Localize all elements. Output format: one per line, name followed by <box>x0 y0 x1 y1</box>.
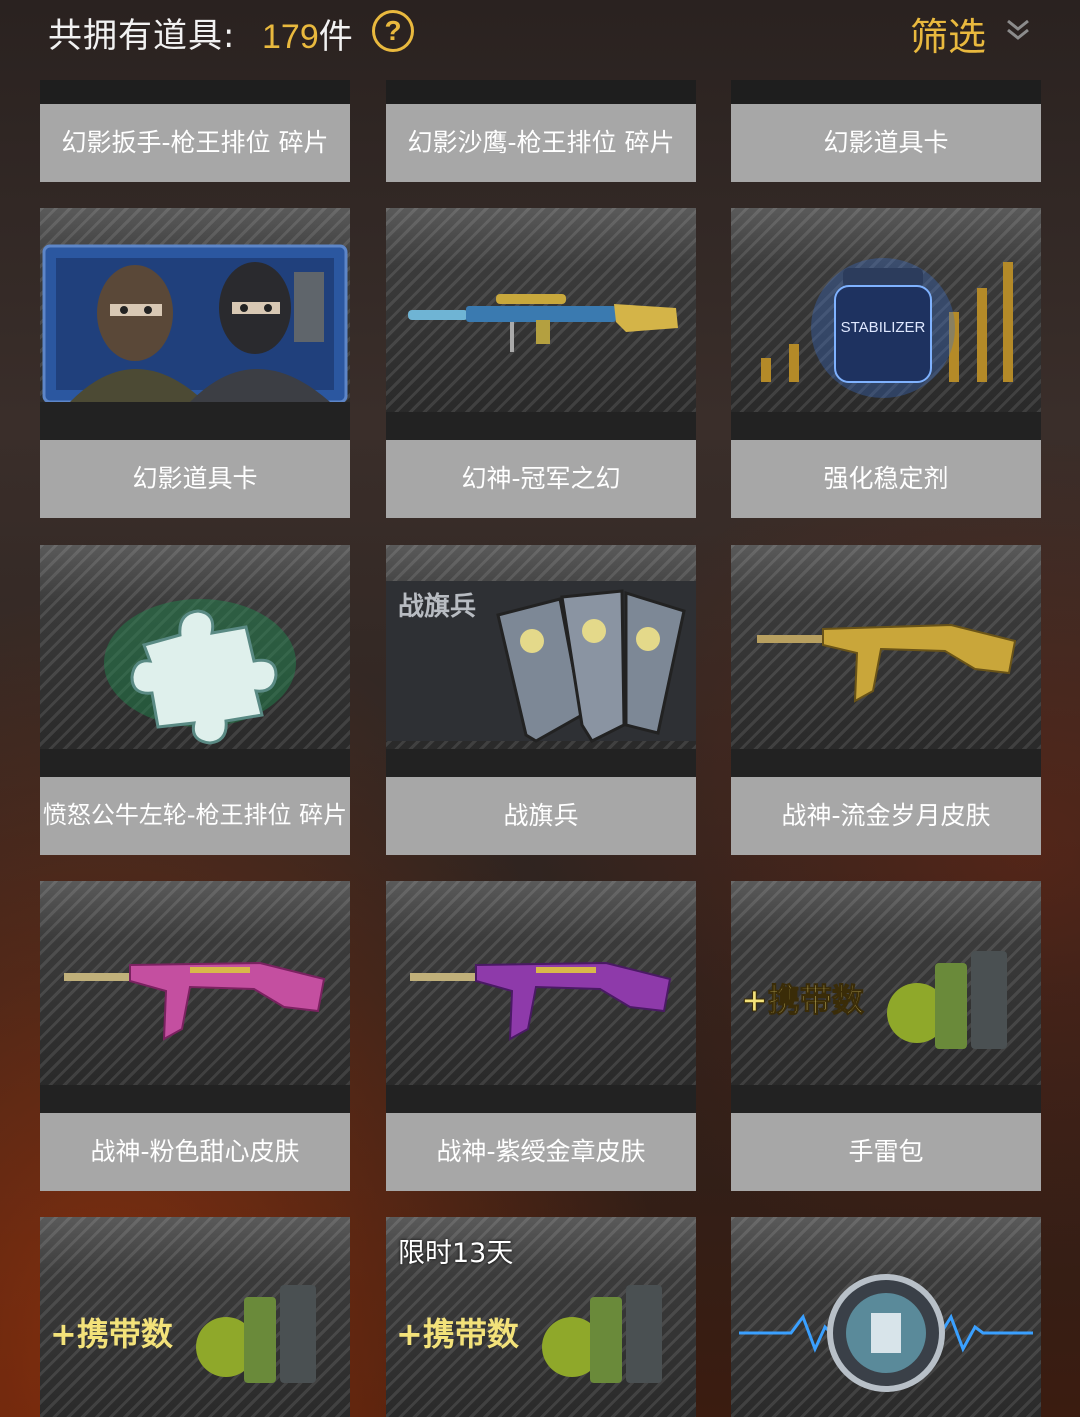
pink-rifle-image <box>40 881 350 1113</box>
item-label: 幻神-冠军之幻 <box>386 440 696 518</box>
item-label: 战神-流金岁月皮肤 <box>731 777 1041 855</box>
item-card[interactable]: 幻神-冠军之幻 <box>386 208 696 518</box>
item-label: 强化稳定剂 <box>731 440 1041 518</box>
item-label: 手雷包 <box>731 1113 1041 1191</box>
item-card[interactable] <box>731 1217 1041 1417</box>
item-card[interactable]: 战神-流金岁月皮肤 <box>731 545 1041 855</box>
item-card[interactable]: STABILIZER 强化稳定剂 <box>731 208 1041 518</box>
item-image <box>731 80 1041 104</box>
item-card[interactable]: 幻影扳手-枪王排位 碎片 <box>40 80 350 182</box>
banner-art-text: 战旗兵 <box>398 591 476 622</box>
grenade-art-text: +携带数 <box>741 981 865 1019</box>
respawn-pulse-image <box>731 1217 1041 1417</box>
item-label: 幻影道具卡 <box>40 440 350 518</box>
item-image <box>40 80 350 104</box>
sniper-rifle-image <box>386 208 696 440</box>
filter-button[interactable]: 筛选 <box>910 6 986 61</box>
puzzle-piece-image <box>40 545 350 777</box>
item-count-unit: 件 <box>318 18 353 56</box>
item-card[interactable]: 战神-粉色甜心皮肤 <box>40 881 350 1191</box>
item-label: 幻影扳手-枪王排位 碎片 <box>40 104 350 182</box>
item-card[interactable]: +携带数 <box>40 1217 350 1417</box>
time-limit-badge: 限时13天 <box>398 1238 514 1269</box>
item-label: 幻影道具卡 <box>731 104 1041 182</box>
stabilizer-art-text: STABILIZER <box>841 319 926 336</box>
item-label: 愤怒公牛左轮-枪王排位 碎片 <box>40 777 350 855</box>
inventory-header: 共拥有道具: 179件 ? 筛选 <box>0 0 1080 64</box>
item-card[interactable]: 幻影道具卡 <box>731 80 1041 182</box>
banner-flags-image: 战旗兵 <box>386 545 696 777</box>
grenade-pack-image: +携带数 <box>731 881 1041 1113</box>
item-label: 战神-紫绶金章皮肤 <box>386 1113 696 1191</box>
item-card[interactable]: 幻影沙鹰-枪王排位 碎片 <box>386 80 696 182</box>
item-count-value: 179 <box>262 18 319 56</box>
item-card[interactable]: 战神-紫绶金章皮肤 <box>386 881 696 1191</box>
grenade-art-text: +携带数 <box>50 1315 174 1353</box>
grenade-pack-image: +携带数 <box>40 1217 350 1417</box>
item-label: 幻影沙鹰-枪王排位 碎片 <box>386 104 696 182</box>
question-circle-icon[interactable]: ? <box>372 10 414 52</box>
purple-rifle-image <box>386 881 696 1113</box>
grenade-art-text: +携带数 <box>396 1315 520 1353</box>
item-card[interactable]: +携带数 限时13天 <box>386 1217 696 1417</box>
gold-rifle-image <box>731 545 1041 777</box>
item-count-label: 共拥有道具: <box>48 16 236 56</box>
item-image <box>386 80 696 104</box>
item-card[interactable]: 愤怒公牛左轮-枪王排位 碎片 <box>40 545 350 855</box>
soldiers-card-image <box>40 208 350 440</box>
stabilizer-jar-image: STABILIZER <box>731 208 1041 440</box>
item-card[interactable]: +携带数 手雷包 <box>731 881 1041 1191</box>
item-card[interactable]: 幻影道具卡 <box>40 208 350 518</box>
item-card[interactable]: 战旗兵 战旗兵 <box>386 545 696 855</box>
item-label: 战旗兵 <box>386 777 696 855</box>
item-label: 战神-粉色甜心皮肤 <box>40 1113 350 1191</box>
double-chevron-down-icon[interactable] <box>1004 16 1032 44</box>
item-count: 179件 <box>262 9 353 58</box>
